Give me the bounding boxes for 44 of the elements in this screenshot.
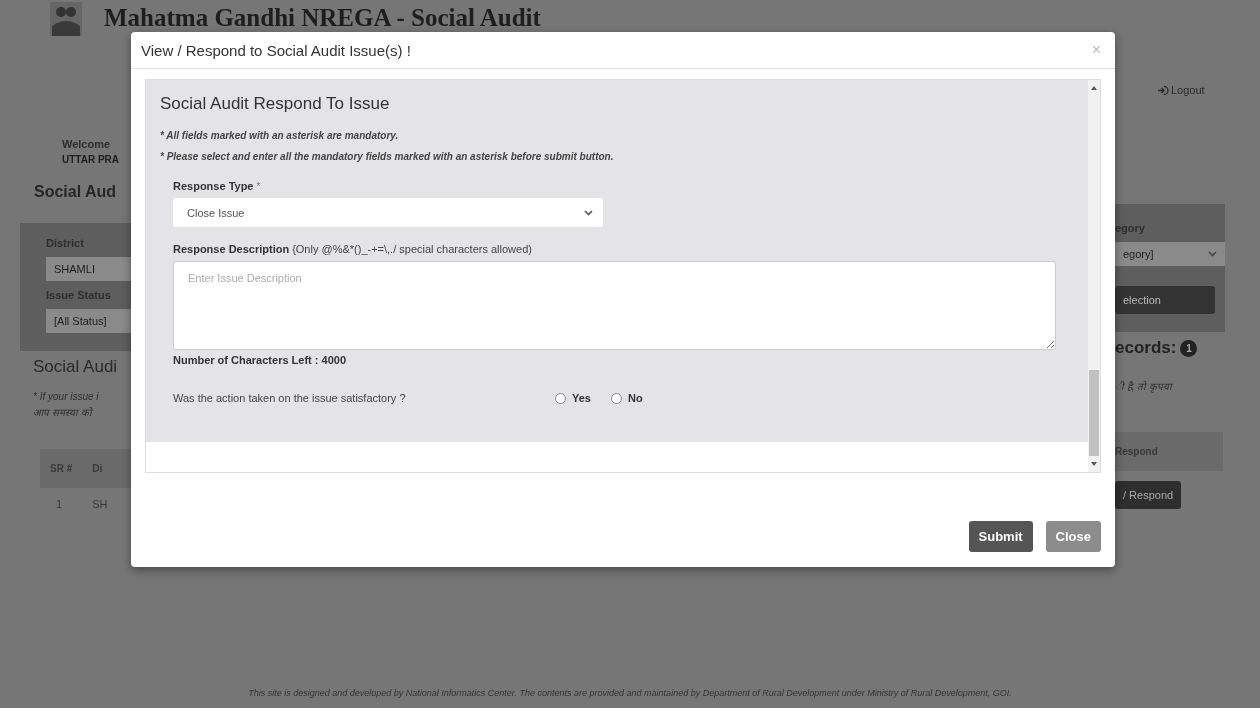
field-label: Response Description [173,243,290,255]
question-text: Was the action taken on the issue satisfactory ? [173,392,407,404]
submit-button[interactable]: Submit [968,521,1033,552]
mandatory-note: * All fields marked with an asterisk are mandatory. [160,130,400,141]
filter-select[interactable]: [All Status] [46,309,131,333]
mandatory-note: * Please select and enter all the mandatory fields marked with an asterisk before submit button. [160,151,615,162]
characters-left-text: Number of Characters Left : 4000 [173,354,347,366]
filter-select[interactable]: egory] [1115,242,1225,266]
close-button[interactable]: Close [1045,521,1101,552]
required-mark: * [256,181,261,192]
logout-icon [1157,84,1169,96]
scrollbar[interactable] [1088,80,1100,472]
field-label: Response Type [173,180,254,192]
records-heading: ecords: [1115,338,1177,358]
field-hint: {Only @%&*()_-+=\,./ special characters allowed) [292,243,532,255]
description-field[interactable]: Enter Issue Description [173,261,1056,350]
radio-option[interactable]: No [610,392,643,404]
note-text: * If your issue i [33,391,100,402]
welcome-text: Welcome [62,138,112,150]
logo-icon [50,2,82,36]
chevron-down-icon [584,209,593,216]
page-heading: Social Aud [34,183,117,200]
radio-icon[interactable] [610,392,622,404]
site-title: Mahatma Gandhi NREGA - Social Audit [104,4,541,32]
filter-select[interactable]: SHAMLI [46,257,131,281]
records-count-badge: 1 [1180,339,1198,357]
note-text: आप समस्या को [33,406,94,419]
chevron-down-icon [1208,251,1217,257]
selection-button[interactable]: election [1115,286,1215,314]
scroll-down-icon[interactable] [1090,460,1098,468]
table-cell: 1 [56,498,63,510]
list-heading: Social Audi [33,357,118,376]
radio-icon[interactable] [555,392,566,404]
radio-option[interactable]: Yes [555,392,591,404]
respond-button[interactable]: / Respond [1115,481,1182,509]
state-name: UTTAR PRA [62,154,121,165]
scrollbar-thumb[interactable] [1089,370,1099,456]
response-type-select[interactable]: Close Issue [173,198,603,227]
logout-link[interactable]: Logout [1171,84,1205,96]
modal-title: View / Respond to Social Audit Issue(s) ! [141,41,411,59]
table-cell: SH [92,498,108,510]
scroll-up-icon[interactable] [1090,84,1098,92]
note-text: ी है, तो कृपया [1115,381,1173,392]
section-title: Social Audit Respond To Issue [160,94,391,114]
